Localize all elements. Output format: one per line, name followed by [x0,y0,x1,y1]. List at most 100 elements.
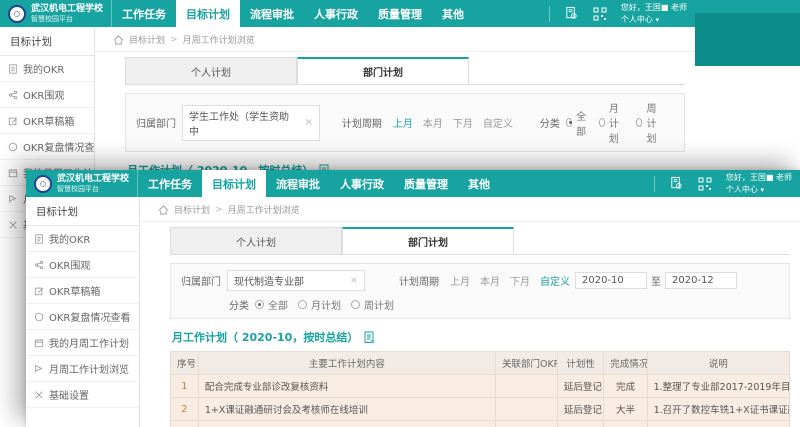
background-window-corner [693,13,800,66]
date-to-input[interactable]: 2020-12 [665,272,737,289]
filter-panel: 归属部门 学生工作处（学生资助中 × 计划周期 上月 本月 下月 自定义 [125,93,685,152]
breadcrumb: 目标计划 > 月周工作计划浏览 [140,197,800,222]
nav-quality[interactable]: 质量管理 [368,0,432,27]
tab-department-plan[interactable]: 部门计划 [297,57,469,84]
breadcrumb-root[interactable]: 目标计划 [129,33,165,46]
sidebar-title: 目标计划 [26,197,139,226]
period-custom[interactable]: 自定义 [483,115,513,130]
period-next-month[interactable]: 下月 [453,115,473,130]
table-row[interactable]: 3 开展10月份“人人上好一节优质课”活动 延后登记 完成 按照优质课活动方案，… [171,421,790,427]
dept-filter-label: 归属部门 [181,273,221,288]
sidebar-item-okr-drafts[interactable]: OKR草稿箱 [26,278,139,304]
date-from-input[interactable]: 2020-10 [575,272,647,289]
period-this-month[interactable]: 本月 [480,273,500,288]
doc-badge-icon[interactable] [363,331,375,344]
category-all-radio[interactable]: 全部 [255,297,288,312]
qrcode-icon[interactable] [698,177,712,191]
clock-icon [34,312,44,322]
sidebar-item-settings[interactable]: 基础设置 [26,382,139,408]
platform-name: 智慧校园平台 [57,185,129,193]
doc-icon [34,234,44,244]
date-range-join: 至 [651,273,661,288]
nav-other[interactable]: 其他 [458,170,500,197]
breadcrumb-root[interactable]: 目标计划 [174,203,210,216]
category-filter-label: 分类 [540,115,560,130]
header-divider [549,6,550,22]
sidebar-item-my-okr[interactable]: 我的OKR [0,56,94,82]
edit-icon [8,116,18,126]
sidebar-item-okr-review[interactable]: OKR复盘情况查看 [26,304,139,330]
sidebar-item-my-plans[interactable]: 我的月周工作计划 [26,330,139,356]
home-icon[interactable] [158,205,169,215]
dept-filter-input[interactable]: 学生工作处（学生资助中 × [182,105,320,141]
main-nav: 工作任务 目标计划 流程审批 人事行政 质量管理 其他 [112,0,474,27]
report-doc-icon[interactable] [669,176,684,191]
tab-department-plan[interactable]: 部门计划 [342,227,514,254]
table-row[interactable]: 1 配合完成专业部诊改复核资料 延后登记 完成 1.整理了专业部2017-201… [171,375,790,398]
nav-process-approval[interactable]: 流程审批 [266,170,330,197]
user-menu[interactable]: 您好，王国■ 老师 个人中心 ▾ [621,2,687,26]
nav-work-tasks[interactable]: 工作任务 [112,0,176,27]
sidebar-item-plan-browse[interactable]: 月周工作计划浏览 [26,356,139,382]
category-month-radio[interactable]: 月计划 [599,100,627,145]
personal-center-link[interactable]: 个人中心 [621,15,653,24]
period-next-month[interactable]: 下月 [510,273,530,288]
nav-hr-admin[interactable]: 人事行政 [304,0,368,27]
clear-icon[interactable]: × [350,275,358,286]
tab-personal-plan[interactable]: 个人计划 [170,227,342,254]
doc-icon [8,64,18,74]
sidebar-item-okr-watch[interactable]: OKR围观 [0,82,94,108]
school-logo-icon [34,175,52,193]
top-navbar: 武汉机电工程学校 智慧校园平台 工作任务 目标计划 流程审批 人事行政 质量管理… [26,170,800,197]
tools-icon [8,220,18,230]
app-logo[interactable]: 武汉机电工程学校 智慧校园平台 [0,0,112,27]
period-custom[interactable]: 自定义 [540,273,570,288]
school-logo-icon [8,5,26,23]
category-week-radio[interactable]: 周计划 [351,297,394,312]
nav-quality[interactable]: 质量管理 [394,170,458,197]
sidebar-item-okr-watch[interactable]: OKR围观 [26,252,139,278]
period-last-month[interactable]: 上月 [393,115,413,130]
screen: 武汉机电工程学校 智慧校园平台 工作任务 目标计划 流程审批 人事行政 质量管理… [0,0,800,427]
personal-center-link[interactable]: 个人中心 [726,185,758,194]
edit-icon [34,286,44,296]
dept-filter-label: 归属部门 [136,115,176,130]
nav-goal-plan[interactable]: 目标计划 [202,170,266,197]
category-week-radio[interactable]: 周计划 [636,100,664,145]
nav-process-approval[interactable]: 流程审批 [240,0,304,27]
period-this-month[interactable]: 本月 [423,115,443,130]
calendar-icon [34,338,44,348]
header-divider [654,176,655,192]
clear-icon[interactable]: × [305,117,313,128]
home-icon[interactable] [113,35,124,45]
category-month-radio[interactable]: 月计划 [298,297,341,312]
nav-other[interactable]: 其他 [432,0,474,27]
nav-work-tasks[interactable]: 工作任务 [138,170,202,197]
sidebar-item-okr-drafts[interactable]: OKR草稿箱 [0,108,94,134]
nav-hr-admin[interactable]: 人事行政 [330,170,394,197]
school-name: 武汉机电工程学校 [57,174,129,184]
table-row[interactable]: 2 1+X课证融通研讨会及考核师在线培训 延后登记 大半 1.召开了数控车铣1+… [171,398,790,421]
category-all-radio[interactable]: 全部 [566,108,589,138]
qrcode-icon[interactable] [593,7,607,21]
user-menu[interactable]: 您好，王国■ 老师 个人中心 ▾ [726,172,792,196]
period-last-month[interactable]: 上月 [450,273,470,288]
platform-name: 智慧校园平台 [31,15,103,23]
main-nav: 工作任务 目标计划 流程审批 人事行政 质量管理 其他 [138,170,500,197]
category-filter-label: 分类 [229,297,249,312]
plan-tabs: 个人计划 部门计划 [125,57,685,85]
period-filter-label: 计划周期 [399,273,439,288]
month-plan-table: 序号 主要工作计划内容 关联部门OKR 计划性 完成情况 说明 1 [170,351,790,427]
nav-goal-plan[interactable]: 目标计划 [176,0,240,27]
breadcrumb: 目标计划 > 月周工作计划浏览 [95,27,695,52]
plan-tabs: 个人计划 部门计划 [170,227,790,255]
tab-personal-plan[interactable]: 个人计划 [125,57,297,84]
dept-filter-input[interactable]: 现代制造专业部 × [227,270,365,291]
report-doc-icon[interactable] [564,6,579,21]
browse-icon [34,364,44,374]
sidebar-item-okr-review[interactable]: OKR复盘情况查看 [0,134,94,160]
sidebar-item-my-okr[interactable]: 我的OKR [26,226,139,252]
app-logo[interactable]: 武汉机电工程学校 智慧校园平台 [26,170,138,197]
greeting-text: 您好，王国■ 老师 [726,172,792,184]
table-header-row: 序号 主要工作计划内容 关联部门OKR 计划性 完成情况 说明 [171,352,790,375]
